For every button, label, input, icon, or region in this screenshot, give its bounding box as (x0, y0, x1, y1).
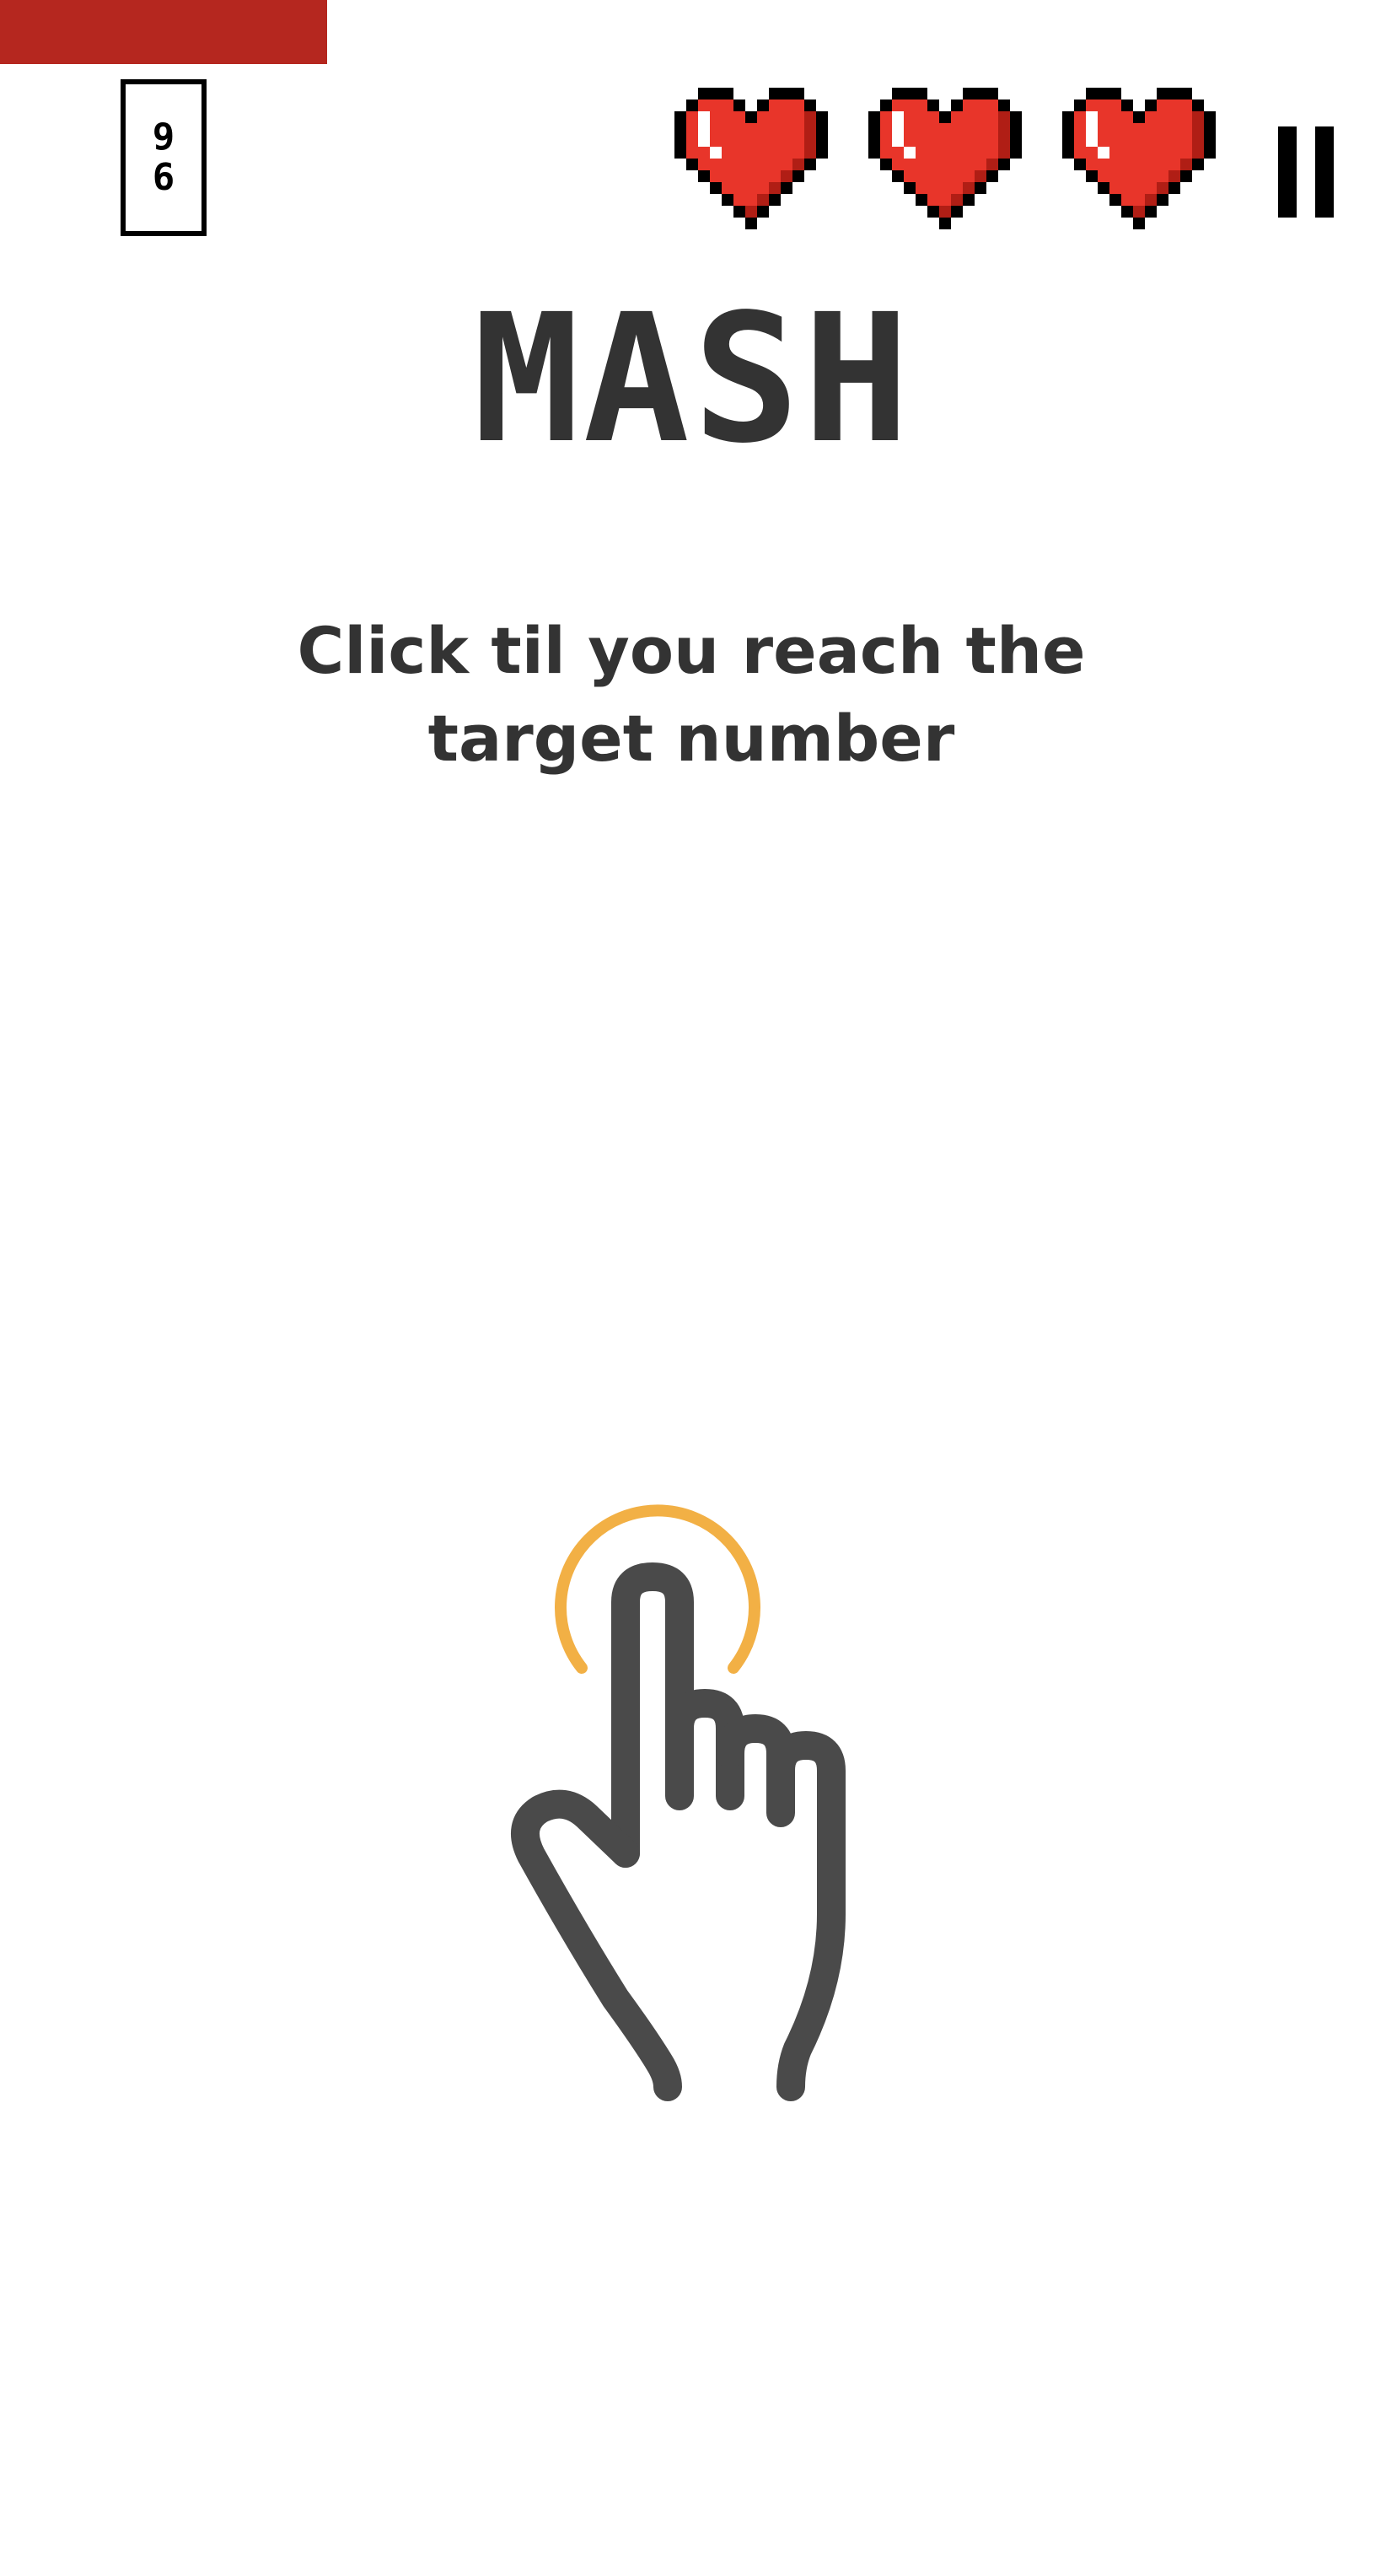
timer-fill (0, 0, 327, 64)
game-instruction: Click til you reach the target number (297, 613, 1086, 776)
lives-display (674, 88, 1217, 256)
timer-bar (0, 0, 1386, 64)
heart-icon (674, 88, 828, 229)
score-digit: 6 (152, 156, 175, 199)
score-counter: 9 6 (121, 79, 207, 236)
tap-area[interactable] (472, 1476, 911, 2116)
pause-button[interactable] (1278, 126, 1334, 218)
heart-icon (1062, 88, 1216, 229)
score-digit: 9 (152, 116, 175, 159)
tap-hand-icon (511, 1504, 846, 2101)
game-title: MASH (473, 276, 913, 482)
heart-icon (868, 88, 1022, 229)
